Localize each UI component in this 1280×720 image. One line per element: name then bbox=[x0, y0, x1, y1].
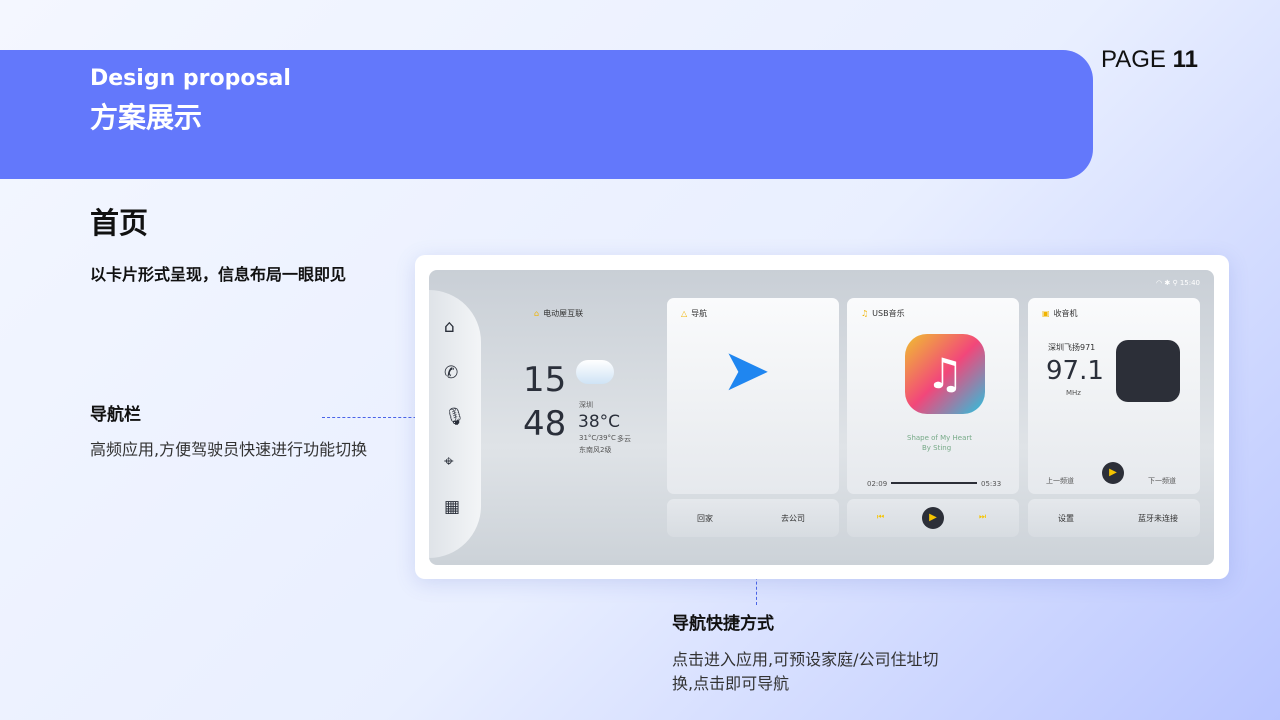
home-icon[interactable]: ⌂ bbox=[444, 317, 455, 337]
radio-play-button[interactable]: ▶ bbox=[1102, 462, 1124, 484]
navigation-card[interactable]: △ 导航 ➤ bbox=[667, 298, 839, 494]
car-screen: ◠ ✱ ⚲ 15:40 ⌂ ✆ 🎙 ⌖ ▦ ⌂ 电动屋互联 15 48 深圳 38… bbox=[429, 270, 1214, 565]
next-track-icon[interactable]: ⏭ bbox=[979, 512, 986, 522]
callout-nav-desc: 高频应用,方便驾驶员快速进行功能切换 bbox=[90, 440, 368, 459]
prev-channel-button[interactable]: 上一频道 bbox=[1046, 476, 1074, 486]
music-note-icon: ♫ bbox=[905, 334, 985, 414]
play-button[interactable]: ▶ bbox=[922, 507, 944, 529]
next-channel-button[interactable]: 下一频道 bbox=[1148, 476, 1176, 486]
music-card[interactable]: ♫ USB音乐 ♫ Shape of My Heart By Sting 02:0… bbox=[847, 298, 1019, 494]
go-work-button[interactable]: 去公司 bbox=[781, 513, 805, 524]
music-controls: ⏮ ▶ ⏭ bbox=[847, 499, 1019, 537]
bluetooth-status[interactable]: 蓝牙未连接 bbox=[1138, 513, 1178, 524]
apps-grid-icon[interactable]: ▦ bbox=[444, 497, 460, 517]
radio-card[interactable]: ▣ 收音机 深圳飞扬971 97.1 MHz 上一频道 ▶ 下一频道 bbox=[1028, 298, 1200, 494]
status-bar: ◠ ✱ ⚲ 15:40 bbox=[1156, 279, 1200, 287]
mic-icon[interactable]: 🎙 bbox=[444, 407, 466, 427]
location-icon[interactable]: ⌖ bbox=[444, 452, 454, 472]
go-home-button[interactable]: 回家 bbox=[697, 513, 713, 524]
radio-icon bbox=[1116, 340, 1180, 402]
settings-button[interactable]: 设置 bbox=[1058, 513, 1074, 524]
prev-track-icon[interactable]: ⏮ bbox=[877, 512, 884, 522]
radio-bottom-bar: 设置 蓝牙未连接 bbox=[1028, 499, 1200, 537]
header-title-cn: 方案展示 bbox=[90, 101, 203, 134]
phone-icon[interactable]: ✆ bbox=[444, 363, 458, 383]
callout-shortcut-desc: 点击进入应用,可预设家庭/公司住址切换,点击即可导航 bbox=[672, 650, 939, 693]
section-title: 首页 bbox=[90, 206, 149, 240]
header-title-en: Design proposal bbox=[90, 66, 291, 91]
nav-shortcut-bar: 回家 去公司 bbox=[667, 499, 839, 537]
paper-plane-icon: ➤ bbox=[722, 336, 771, 404]
progress-bar[interactable] bbox=[891, 482, 977, 484]
nav-bar: ⌂ ✆ 🎙 ⌖ ▦ bbox=[429, 290, 481, 558]
cloud-icon bbox=[576, 360, 614, 384]
callout-nav-title: 导航栏 bbox=[90, 405, 141, 425]
callout-shortcut-title: 导航快捷方式 bbox=[672, 614, 774, 634]
section-subtitle: 以卡片形式呈现，信息布局一眼即见 bbox=[90, 265, 347, 284]
page-number: PAGE 11 bbox=[1101, 46, 1198, 73]
